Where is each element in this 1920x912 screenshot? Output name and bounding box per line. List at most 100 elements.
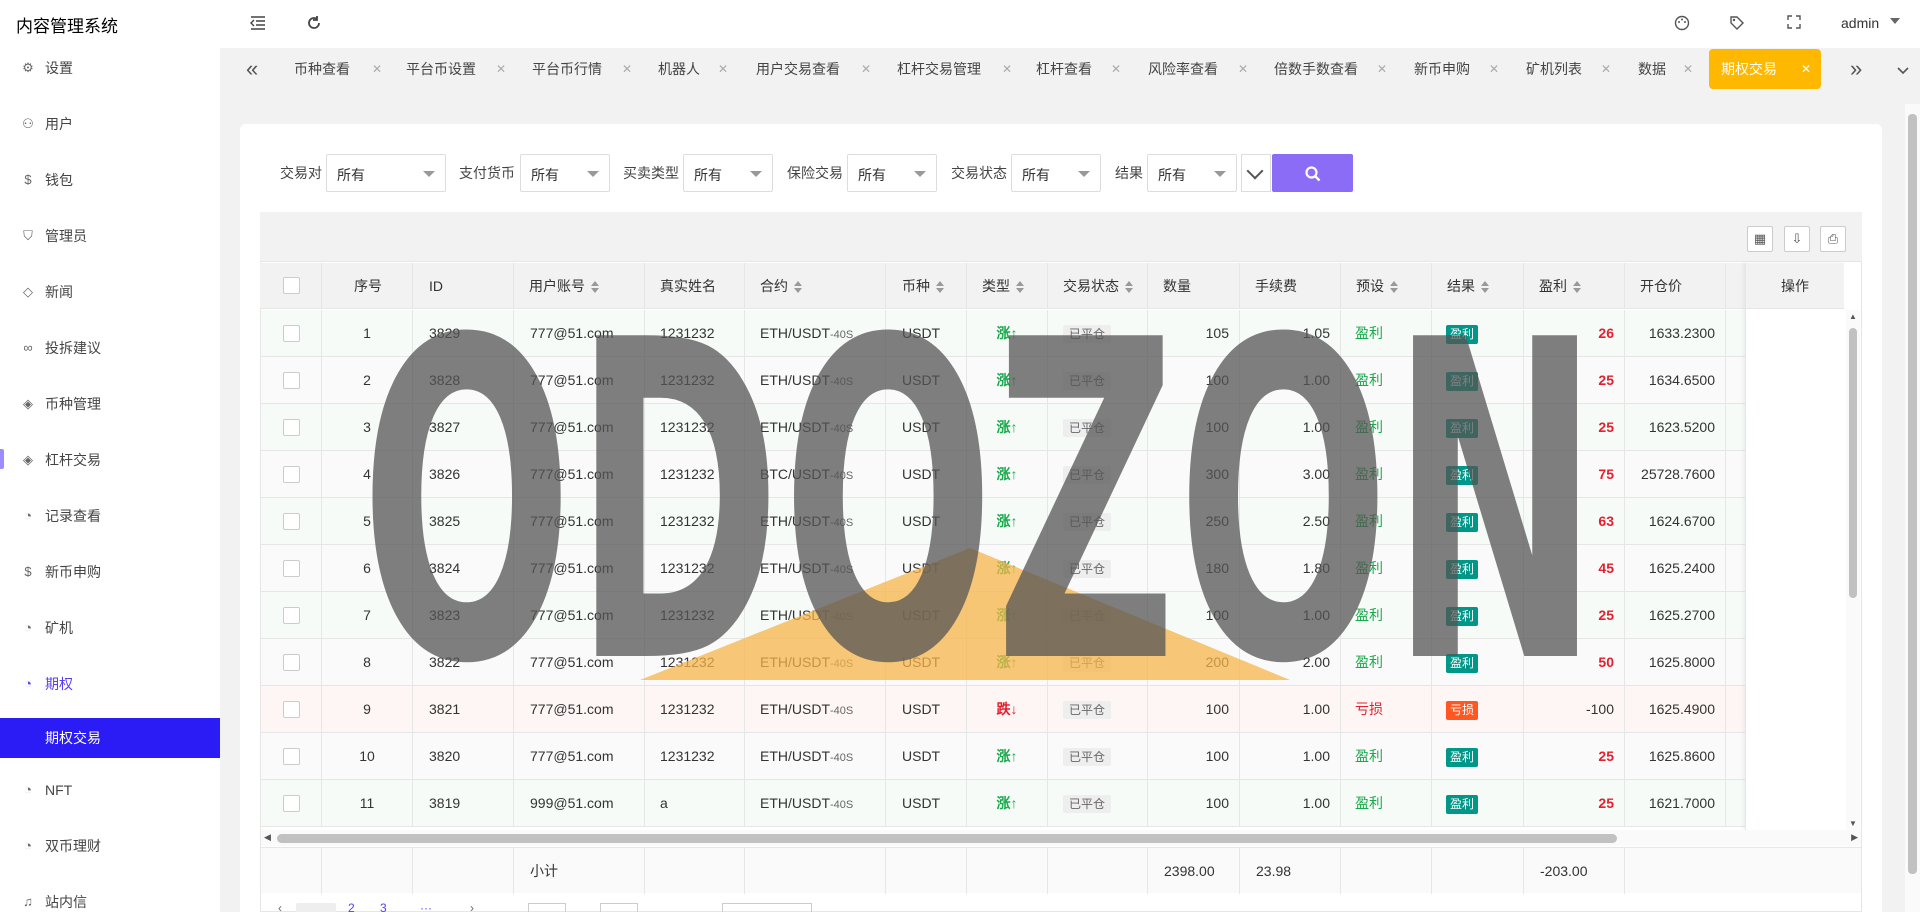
sidebar-item-messages[interactable]: ♫ 站内信 <box>0 882 220 912</box>
table-row[interactable]: 4 3826 777@51.com 1231232 BTC/USDT-40S USDT 涨↑… <box>261 451 1844 498</box>
filter-expand-button[interactable] <box>1241 154 1271 192</box>
column-header-profit[interactable]: 盈利 <box>1524 263 1625 309</box>
scroll-up-icon[interactable]: ▲ <box>1849 312 1857 321</box>
row-checkbox[interactable] <box>283 419 300 436</box>
row-checkbox[interactable] <box>283 372 300 389</box>
refresh-icon[interactable] <box>304 14 324 34</box>
scroll-left-icon[interactable]: ◀ <box>264 832 271 843</box>
row-checkbox[interactable] <box>283 748 300 765</box>
table-row[interactable]: 9 3821 777@51.com 1231232 ETH/USDT-40S USDT 跌↓… <box>261 686 1844 733</box>
columns-filter-icon[interactable]: ▦ <box>1747 226 1773 252</box>
sort-icon[interactable] <box>794 281 804 294</box>
search-button[interactable] <box>1272 154 1353 192</box>
close-icon[interactable]: ✕ <box>718 50 728 88</box>
column-header-qty[interactable]: 数量 <box>1148 263 1240 309</box>
table-row[interactable]: 5 3825 777@51.com 1231232 ETH/USDT-40S USDT 涨↑… <box>261 498 1844 545</box>
scroll-thumb[interactable] <box>1849 328 1857 598</box>
select-all-checkbox[interactable] <box>283 277 300 294</box>
page-link[interactable]: 3 <box>380 901 387 912</box>
page-go-button[interactable] <box>600 903 638 912</box>
chevron-down-icon[interactable] <box>1890 18 1900 24</box>
column-header-account[interactable]: 用户账号 <box>514 263 645 309</box>
sort-icon[interactable] <box>1573 281 1583 294</box>
sidebar-item-coins[interactable]: ◈ 币种管理 <box>0 384 220 424</box>
tab-platform-coin-settings[interactable]: 平台币设置 ✕ <box>406 50 506 88</box>
sidebar-item-dual-finance[interactable]: ◔ 双币理财 <box>0 826 220 866</box>
tab-leverage-view[interactable]: 杠杆查看 ✕ <box>1036 50 1121 88</box>
filter-pair-select[interactable]: 所有 <box>326 154 446 192</box>
column-header-fee[interactable]: 手续费 <box>1240 263 1341 309</box>
close-icon[interactable]: ✕ <box>1801 49 1811 89</box>
export-icon[interactable]: ⇩ <box>1784 226 1810 252</box>
sidebar-item-wallet[interactable]: $ 钱包 <box>0 160 220 200</box>
column-header-result[interactable]: 结果 <box>1432 263 1524 309</box>
table-row[interactable]: 2 3828 777@51.com 1231232 ETH/USDT-40S USDT 涨↑… <box>261 357 1844 404</box>
scroll-down-icon[interactable]: ▼ <box>1849 819 1857 828</box>
user-menu[interactable]: admin <box>1841 15 1879 31</box>
page-link-last[interactable]: ··· <box>420 901 432 912</box>
prev-page-icon[interactable]: ‹ <box>278 901 282 912</box>
next-page-icon[interactable]: › <box>470 901 474 912</box>
scroll-thumb[interactable] <box>277 834 1617 843</box>
close-icon[interactable]: ✕ <box>1489 50 1499 88</box>
table-row[interactable]: 1 3829 777@51.com 1231232 ETH/USDT-40S USDT 涨↑… <box>261 310 1844 357</box>
row-checkbox[interactable] <box>283 701 300 718</box>
tabs-scroll-left-icon[interactable]: « <box>246 58 258 80</box>
column-header-no[interactable]: 序号 <box>322 263 413 309</box>
tab-risk-rate[interactable]: 风险率查看 ✕ <box>1148 50 1248 88</box>
palette-icon[interactable] <box>1672 14 1692 34</box>
close-icon[interactable]: ✕ <box>372 50 382 88</box>
sort-icon[interactable] <box>1016 281 1026 294</box>
tag-icon[interactable] <box>1727 14 1747 34</box>
tab-options-trade[interactable]: 期权交易 ✕ <box>1709 49 1821 89</box>
table-horizontal-scrollbar[interactable]: ◀ ▶ <box>261 830 1861 846</box>
row-checkbox[interactable] <box>283 513 300 530</box>
page-jump-input[interactable] <box>528 903 566 912</box>
close-icon[interactable]: ✕ <box>1002 50 1012 88</box>
sidebar-item-admins[interactable]: ⛉ 管理员 <box>0 216 220 256</box>
sidebar-subitem-options-trade[interactable]: 期权交易 <box>0 718 220 758</box>
close-icon[interactable]: ✕ <box>1238 50 1248 88</box>
column-header-contract[interactable]: 合约 <box>745 263 886 309</box>
sidebar-item-leverage[interactable]: ◈ 杠杆交易 <box>0 440 220 480</box>
print-icon[interactable]: ⎙ <box>1820 226 1846 252</box>
sidebar-item-settings[interactable]: ⚙ 设置 <box>0 48 220 88</box>
filter-side-select[interactable]: 所有 <box>683 154 773 192</box>
close-icon[interactable]: ✕ <box>1377 50 1387 88</box>
filter-insurance-select[interactable]: 所有 <box>847 154 937 192</box>
tab-robot[interactable]: 机器人 ✕ <box>658 50 728 88</box>
table-row[interactable]: 11 3819 999@51.com a ETH/USDT-40S USDT 涨↑ 已平仓 10… <box>261 780 1844 827</box>
sort-icon[interactable] <box>1390 281 1400 294</box>
tab-new-coin[interactable]: 新币申购 ✕ <box>1414 50 1499 88</box>
table-vertical-scrollbar[interactable]: ▲ ▼ <box>1846 310 1860 830</box>
table-row[interactable]: 3 3827 777@51.com 1231232 ETH/USDT-40S USDT 涨↑… <box>261 404 1844 451</box>
row-checkbox[interactable] <box>283 654 300 671</box>
sidebar-item-options[interactable]: ◔ 期权 <box>0 664 220 704</box>
page-link[interactable]: 2 <box>348 901 355 912</box>
column-header-id[interactable]: ID <box>413 263 514 309</box>
column-header-status[interactable]: 交易状态 <box>1048 263 1148 309</box>
close-icon[interactable]: ✕ <box>496 50 506 88</box>
fullscreen-icon[interactable] <box>1784 14 1804 34</box>
sidebar-item-records[interactable]: ◔ 记录查看 <box>0 496 220 536</box>
tab-user-trades[interactable]: 用户交易查看 ✕ <box>756 50 871 88</box>
sidebar-item-new-coin[interactable]: $ 新币申购 <box>0 552 220 592</box>
sidebar-item-miner[interactable]: ◔ 矿机 <box>0 608 220 648</box>
row-checkbox[interactable] <box>283 466 300 483</box>
table-row[interactable]: 7 3823 777@51.com 1231232 ETH/USDT-40S USDT 涨↑… <box>261 592 1844 639</box>
row-checkbox[interactable] <box>283 795 300 812</box>
close-icon[interactable]: ✕ <box>1111 50 1121 88</box>
column-header-open-price[interactable]: 开仓价 <box>1625 263 1726 309</box>
tab-multiplier[interactable]: 倍数手数查看 ✕ <box>1274 50 1387 88</box>
page-vertical-scrollbar[interactable] <box>1905 104 1920 912</box>
close-icon[interactable]: ✕ <box>861 50 871 88</box>
row-checkbox[interactable] <box>283 325 300 342</box>
sort-icon[interactable] <box>1125 281 1135 294</box>
column-header-type[interactable]: 类型 <box>967 263 1048 309</box>
scroll-right-icon[interactable]: ▶ <box>1851 832 1858 843</box>
filter-status-select[interactable]: 所有 <box>1011 154 1101 192</box>
sort-icon[interactable] <box>1481 281 1491 294</box>
sort-icon[interactable] <box>591 281 601 294</box>
tabs-dropdown-icon[interactable] <box>1896 60 1910 82</box>
close-icon[interactable]: ✕ <box>622 50 632 88</box>
